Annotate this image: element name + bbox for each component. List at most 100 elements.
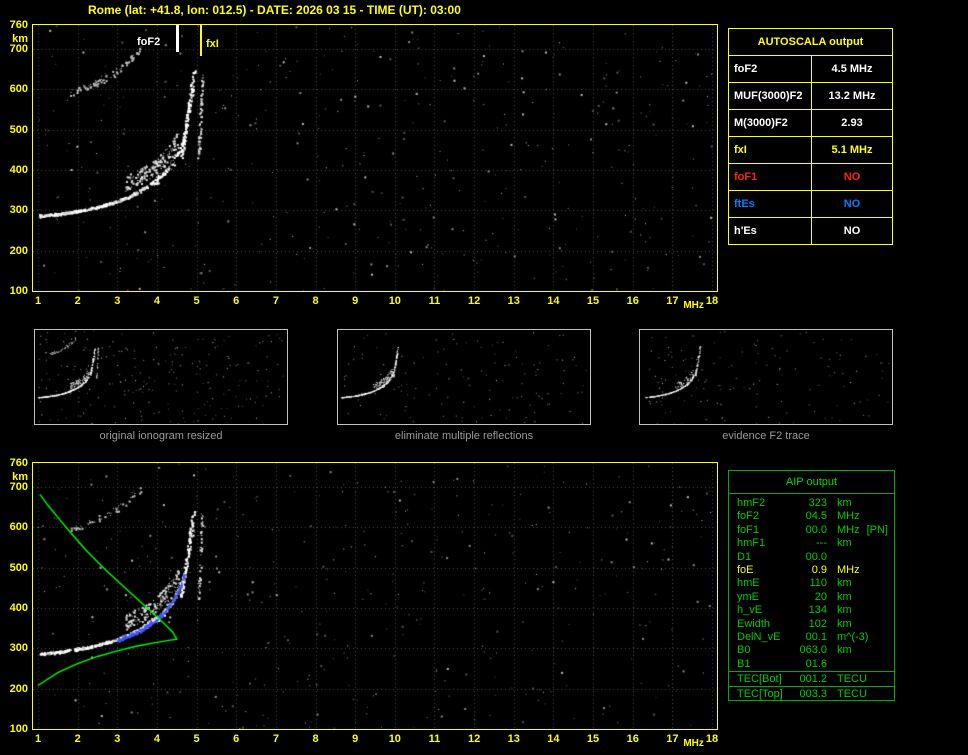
fxI-marker-label: fxI (206, 38, 219, 50)
aip-row-label: hmF1 (737, 537, 766, 550)
ionogram-top-plot: foF2 fxI (32, 24, 718, 292)
ionogram-bottom-canvas (33, 463, 717, 729)
aip-row-label: B1 (737, 657, 751, 670)
iono2-ytick-760: 760 (9, 457, 28, 469)
iono2-xtick-3: 3 (114, 733, 121, 745)
iono2-xtick-17: 17 (666, 733, 679, 745)
aip-row-value: 102 (808, 617, 827, 630)
autoscala-row-label: foF2 (729, 56, 812, 82)
iono2-xtick-18: 18 (705, 733, 719, 745)
aip-row-label: B0 (737, 644, 751, 657)
iono1-xtick-10: 10 (388, 295, 401, 307)
autoscala-output-table: AUTOSCALA output foF2 4.5 MHz MUF(3000)F2 1… (728, 28, 893, 245)
ionogram-top-canvas (33, 25, 717, 291)
aip-row-unit: MHz (837, 510, 860, 523)
iono2-ylabel-km: km (12, 471, 28, 483)
aip-row-unit: km (837, 537, 852, 550)
autoscala-row-foF1: foF1 NO (729, 164, 892, 191)
iono2-xtick-6: 6 (233, 733, 240, 745)
iono1-xtick-17: 17 (666, 295, 679, 307)
aip-row-label: Ewidth (737, 617, 771, 630)
aip-tec-value: 003.3 (799, 688, 827, 701)
aip-tec-unit: TECU (837, 673, 867, 686)
autoscala-row-label: MUF(3000)F2 (729, 83, 812, 109)
iono2-xtick-8: 8 (312, 733, 319, 745)
autoscala-row-h'Es: h'Es NO (729, 218, 892, 244)
aip-row-value: 00.1 (805, 630, 827, 643)
autoscala-row-MUF(3000)F2: MUF(3000)F2 13.2 MHz (729, 83, 892, 110)
aip-tec-label: TEC[Top] (737, 688, 783, 701)
autoscala-table-title: AUTOSCALA output (729, 29, 892, 56)
aip-row-label: h_vE (737, 604, 763, 617)
aip-tec-value: 001.2 (799, 673, 827, 686)
iono2-xtick-11: 11 (428, 733, 441, 745)
aip-row-unit: MHz (837, 523, 860, 536)
aip-row-ymE: ymE 20 km (729, 591, 894, 604)
aip-row-unit: km (837, 617, 852, 630)
aip-row-value: 20 (814, 590, 827, 603)
aip-row-hmE: hmE 110 km (729, 577, 894, 590)
ionogram-bottom-plot (32, 462, 718, 730)
iono1-ytick-760: 760 (9, 19, 28, 31)
autoscala-row-value: 2.93 (841, 117, 863, 129)
iono1-ytick-500: 500 (9, 123, 28, 136)
fxI-marker-line (200, 25, 202, 56)
iono1-ytick-600: 600 (9, 83, 28, 96)
aip-row-unit: MHz (837, 563, 860, 576)
autoscala-row-value: NO (843, 225, 861, 237)
station-title: Rome (lat: +41.8, lon: 012.5) - DATE: 20… (88, 3, 461, 17)
aip-row-unit: km (837, 590, 852, 603)
autoscala-row-label: fxI (729, 137, 812, 163)
iono1-xtick-11: 11 (428, 295, 441, 307)
iono2-ytick-400: 400 (9, 602, 28, 615)
iono1-xtick-12: 12 (467, 295, 481, 307)
iono1-xtick-5: 5 (193, 295, 200, 307)
autoscala-table-rows: foF2 4.5 MHz MUF(3000)F2 13.2 MHz M(3000)F2 2… (729, 56, 892, 244)
thumbnail-f2-trace-canvas (640, 330, 892, 424)
thumbnail-f2-trace (639, 329, 893, 425)
aip-row-note: [PN] (866, 523, 888, 536)
iono1-xtick-6: 6 (233, 295, 240, 307)
iono2-xtick-12: 12 (467, 733, 481, 745)
iono1-ytick-300: 300 (9, 204, 28, 217)
iono2-xtick-16: 16 (626, 733, 639, 745)
iono1-xtick-3: 3 (114, 295, 121, 307)
aip-row-value: 134 (808, 604, 827, 617)
aip-tec-row-TEC[Bot]: TEC[Bot] 001.2 TECU (729, 671, 894, 686)
aip-tec-rows: TEC[Bot] 001.2 TECU TEC[Top] 003.3 TECU (729, 671, 894, 701)
autoscala-row-value: 4.5 MHz (831, 63, 873, 75)
aip-row-foE: foE 0.9 MHz (729, 564, 894, 577)
aip-row-label: D1 (737, 550, 752, 563)
aip-row-value: --- (816, 537, 827, 550)
aip-row-label: ymE (737, 590, 759, 603)
iono2-xtick-14: 14 (547, 733, 560, 745)
thumbnail-original-canvas (35, 330, 287, 424)
aip-output-table: AIP output hmF2 323 km foF2 04.5 MHz foF1 00.0 M… (728, 470, 895, 701)
aip-row-foF2: foF2 04.5 MHz (729, 510, 894, 523)
foF2-marker-label: foF2 (137, 36, 161, 48)
autoscala-window: Rome (lat: +41.8, lon: 012.5) - DATE: 20… (0, 0, 968, 755)
aip-row-unit: km (837, 577, 852, 590)
aip-tec-label: TEC[Bot] (737, 673, 782, 686)
aip-row-B1: B1 01.6 (729, 658, 894, 671)
iono2-ytick-500: 500 (9, 561, 28, 574)
autoscala-row-fxI: fxI 5.1 MHz (729, 137, 892, 164)
autoscala-row-label: foF1 (729, 164, 812, 190)
aip-row-value: 110 (809, 577, 827, 590)
aip-table-rows: hmF2 323 km foF2 04.5 MHz foF1 00.0 MHz [PN] hmF1 -… (729, 494, 894, 671)
foF2-marker-line (176, 25, 179, 52)
iono1-xtick-9: 9 (352, 295, 359, 307)
iono1-xlabel-mhz: MHz (683, 300, 704, 311)
iono1-ytick-100: 100 (9, 285, 28, 297)
aip-row-h_vE: h_vE 134 km (729, 604, 894, 617)
aip-row-value: 063.0 (799, 644, 827, 657)
iono2-xtick-10: 10 (388, 733, 401, 745)
aip-row-label: DelN_vE (737, 630, 781, 643)
iono1-xtick-8: 8 (312, 295, 319, 307)
thumbnail-no-multiples (337, 329, 591, 425)
aip-row-unit: km (837, 644, 852, 657)
iono2-xlabel-mhz: MHz (683, 738, 704, 749)
iono2-ytick-200: 200 (9, 682, 28, 695)
aip-row-value: 00.0 (805, 523, 827, 536)
autoscala-row-foF2: foF2 4.5 MHz (729, 56, 892, 83)
